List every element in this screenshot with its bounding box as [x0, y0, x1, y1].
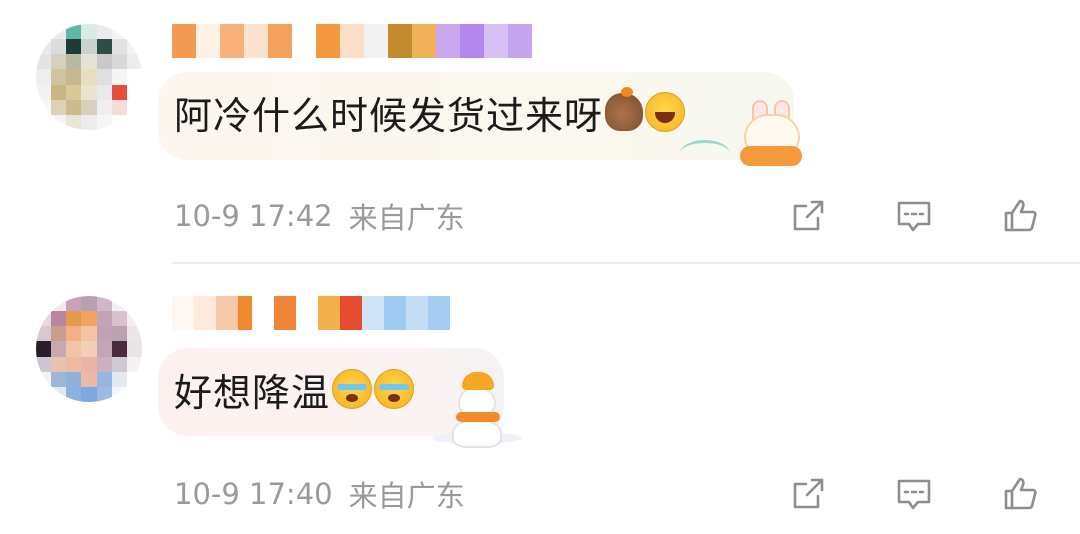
reply-button[interactable]	[890, 192, 938, 240]
like-icon	[1004, 477, 1037, 510]
username-blurred[interactable]	[172, 296, 450, 330]
laughing-emoji-icon	[645, 92, 686, 132]
comment-text: 阿冷什么时候发货过来呀	[174, 82, 686, 142]
like-button[interactable]	[996, 192, 1044, 240]
snowman-sticker-icon	[432, 370, 522, 448]
comment-text: 好想降温	[174, 359, 415, 419]
comment-text-content: 阿冷什么时候发货过来呀	[174, 93, 604, 138]
comment-actions	[784, 470, 1044, 518]
comment-item: 阿冷什么时候发货过来呀 10-9 17:42 来自广东	[0, 0, 1080, 262]
like-button[interactable]	[996, 470, 1044, 518]
comment-actions	[784, 192, 1044, 240]
comment-time: 10-9 17:40	[174, 477, 333, 511]
avatar[interactable]	[36, 296, 142, 402]
comment-icon	[897, 479, 931, 510]
share-button[interactable]	[784, 470, 832, 518]
reply-button[interactable]	[890, 470, 938, 518]
crying-emoji-icon	[374, 369, 415, 409]
share-icon	[793, 478, 824, 509]
comment-meta: 10-9 17:42 来自广东	[174, 196, 465, 236]
rabbit-mooncake-sticker-icon	[680, 100, 810, 170]
comment-item: 好想降温 10-9 17:40 来自广东	[0, 264, 1080, 534]
share-button[interactable]	[784, 192, 832, 240]
comment-location: 来自广东	[348, 479, 465, 513]
share-icon	[793, 200, 824, 231]
capybara-emoji-icon	[605, 87, 644, 131]
comment-icon	[897, 201, 931, 232]
comment-location: 来自广东	[348, 201, 465, 235]
comment-text-content: 好想降温	[174, 370, 331, 415]
username-blurred[interactable]	[172, 24, 532, 58]
crying-emoji-icon	[332, 369, 373, 409]
comment-time: 10-9 17:42	[174, 199, 333, 233]
comment-meta: 10-9 17:40 来自广东	[174, 474, 465, 514]
avatar[interactable]	[36, 24, 142, 130]
like-icon	[1004, 199, 1037, 232]
